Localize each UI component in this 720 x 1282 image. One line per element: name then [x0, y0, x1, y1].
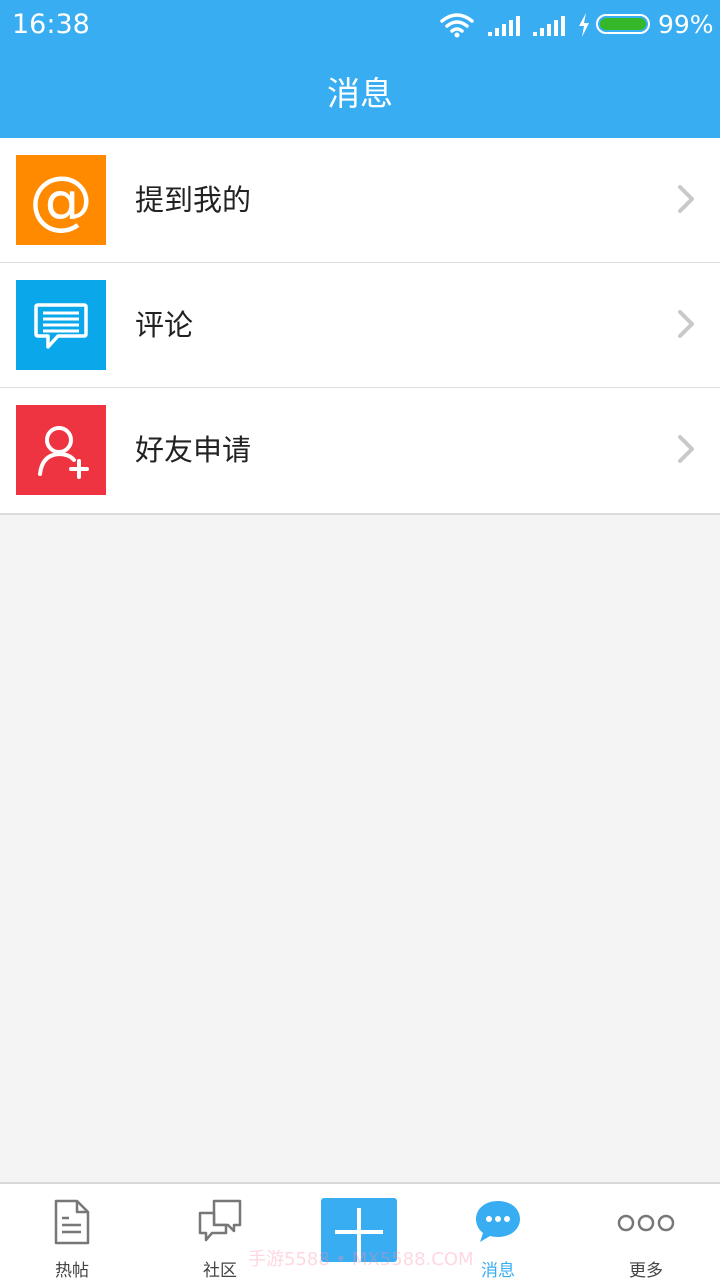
- list-item-label: 好友申请: [135, 433, 252, 467]
- watermark: 手游5588 • MX5588.COM: [248, 1249, 474, 1270]
- list-item-mentions[interactable]: @ 提到我的: [0, 138, 720, 263]
- tab-label: 热帖: [55, 1261, 89, 1281]
- list-item-comments[interactable]: 评论: [0, 263, 720, 388]
- title-bar: 消息: [0, 50, 720, 138]
- charging-icon: [577, 13, 591, 41]
- wifi-icon: [440, 12, 474, 42]
- message-list: @ 提到我的 评论 好友申请: [0, 138, 720, 515]
- svg-text:@: @: [29, 164, 93, 238]
- status-time: 16:38: [12, 9, 90, 40]
- tab-label: 更多: [629, 1261, 663, 1281]
- signal-icon: [487, 14, 521, 40]
- status-bar: 16:38 99%: [0, 0, 720, 50]
- chevron-right-icon: [676, 434, 696, 468]
- tab-hot-posts[interactable]: 热帖: [0, 1184, 144, 1282]
- more-icon: [617, 1198, 675, 1248]
- comment-icon: [16, 280, 106, 370]
- list-item-friend-requests[interactable]: 好友申请: [0, 388, 720, 513]
- battery-percent: 99%: [658, 10, 714, 39]
- list-item-label: 评论: [135, 308, 194, 342]
- chat-bubbles-icon: [197, 1198, 243, 1248]
- battery-icon: [596, 14, 650, 34]
- message-icon: [474, 1198, 522, 1248]
- tab-more[interactable]: 更多: [574, 1184, 718, 1282]
- chevron-right-icon: [676, 309, 696, 343]
- battery-fill: [600, 18, 646, 30]
- add-friend-icon: [16, 405, 106, 495]
- page-title: 消息: [327, 74, 393, 113]
- signal-icon-2: [532, 14, 566, 40]
- list-item-label: 提到我的: [135, 183, 252, 217]
- chevron-right-icon: [676, 184, 696, 218]
- document-icon: [53, 1198, 91, 1250]
- at-icon: @: [16, 155, 106, 245]
